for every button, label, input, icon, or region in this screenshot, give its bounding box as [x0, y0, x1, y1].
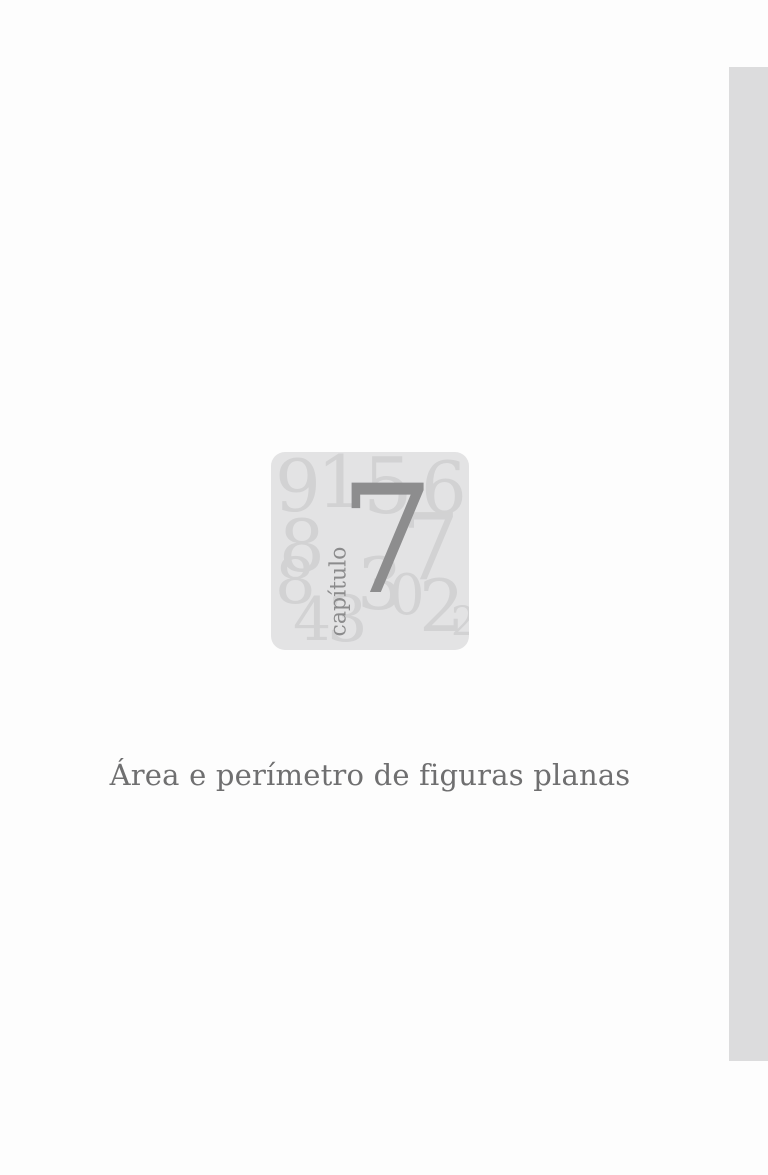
background-digit: 4 [293, 585, 332, 650]
chapter-badge: 9 1 5 6 8 7 8 3 0 2 4 3 2 capítulo 7 [271, 452, 469, 650]
chapter-opener-page: 9 1 5 6 8 7 8 3 0 2 4 3 2 capítulo 7 Áre… [0, 0, 768, 1175]
chapter-title: Área e perímetro de figuras planas [109, 758, 631, 792]
chapter-number: 7 [339, 454, 435, 628]
side-tab [729, 67, 768, 1061]
background-digit: 2 [451, 599, 469, 645]
